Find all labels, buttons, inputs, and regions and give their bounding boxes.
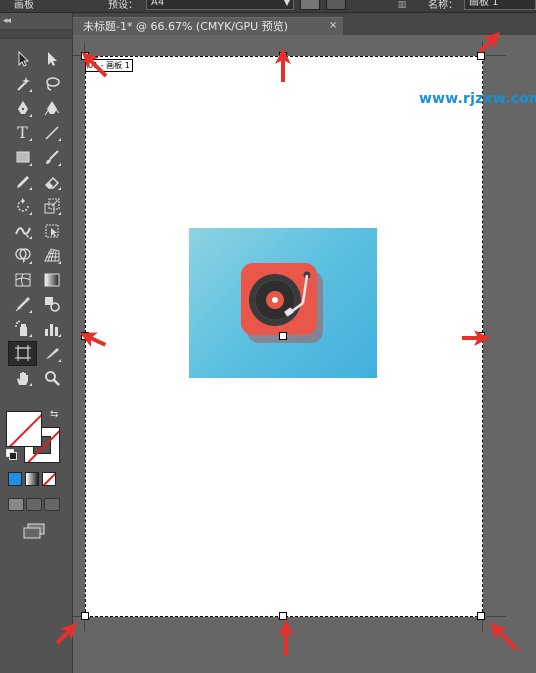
arrow-icon — [275, 48, 291, 82]
arrow-icon — [490, 623, 519, 652]
arrow-icon — [55, 623, 77, 645]
annotation-arrows — [55, 32, 519, 656]
arrow-icon — [82, 52, 108, 78]
arrow-icon — [462, 330, 490, 346]
arrow-icon — [80, 332, 107, 348]
arrow-icon — [478, 32, 500, 54]
arrow-icon — [278, 620, 294, 656]
